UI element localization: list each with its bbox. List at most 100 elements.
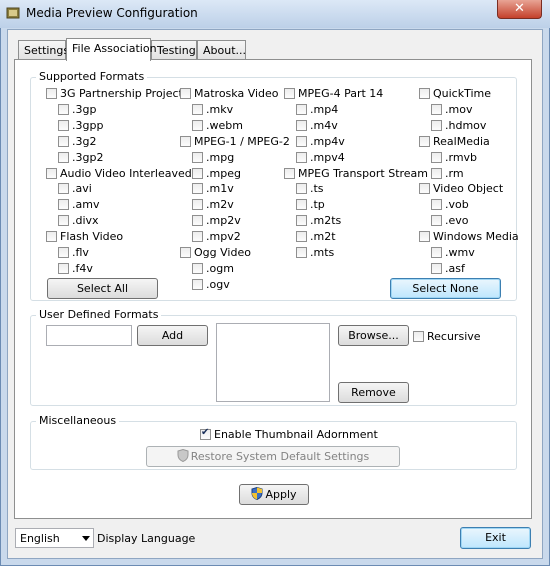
format-checkbox-mp4v[interactable]: .mp4v [296,134,345,148]
checkbox-label: .3gpp [72,118,104,132]
checkbox-label: RealMedia [433,134,490,148]
checkbox-label: .ogv [206,277,230,291]
format-checkbox-mkv[interactable]: .mkv [192,102,233,116]
format-checkbox-m2v[interactable]: .m2v [192,197,234,211]
checkbox-label: .mp4 [310,102,339,116]
tab-about[interactable]: About... [197,40,246,59]
format-group-checkbox-realmedia[interactable]: RealMedia [419,134,490,148]
checkbox-label: .ogm [206,261,234,275]
tab-testing[interactable]: Testing [151,40,197,59]
format-checkbox-avi[interactable]: .avi [58,181,92,195]
user-formats-list[interactable] [216,323,330,402]
format-group-checkbox-matroska-video[interactable]: Matroska Video [180,86,279,100]
format-checkbox-3g2[interactable]: .3g2 [58,134,96,148]
format-checkbox-3gpp[interactable]: .3gpp [58,118,103,132]
format-group-checkbox-3g-partnership-project[interactable]: 3G Partnership Project [46,86,183,100]
checkbox-box [192,278,203,290]
checkbox-box [431,119,442,131]
format-checkbox-tp[interactable]: .tp [296,197,325,211]
checkbox-box [431,262,442,274]
format-checkbox-hdmov[interactable]: .hdmov [431,118,486,132]
checkbox-box [58,151,69,163]
recursive-checkbox[interactable]: Recursive [413,329,481,343]
format-checkbox-asf[interactable]: .asf [431,261,465,275]
format-checkbox-mp2v[interactable]: .mp2v [192,213,241,227]
format-group-checkbox-mpeg-4-part-14[interactable]: MPEG-4 Part 14 [284,86,383,100]
format-checkbox-m2t[interactable]: .m2t [296,229,336,243]
supported-formats-title: Supported Formats [36,70,148,83]
checkbox-box [296,182,307,194]
tab-label: Testing [157,44,196,57]
checkbox-label: .mpg [206,150,235,164]
checkbox-box [192,230,203,242]
miscellaneous-title: Miscellaneous [36,414,120,427]
checkbox-box [296,214,307,226]
format-checkbox-evo[interactable]: .evo [431,213,469,227]
language-value: English [20,532,60,545]
remove-button[interactable]: Remove [338,382,409,403]
select-all-button[interactable]: Select All [47,278,158,299]
format-checkbox-3gp2[interactable]: .3gp2 [58,150,103,164]
format-group-checkbox-quicktime[interactable]: QuickTime [419,86,491,100]
checkbox-label: .flv [72,245,89,259]
checkbox-box [431,167,442,179]
format-checkbox-mp4[interactable]: .mp4 [296,102,338,116]
format-checkbox-m4v[interactable]: .m4v [296,118,338,132]
chevron-down-icon [82,536,90,541]
format-checkbox-wmv[interactable]: .wmv [431,245,475,259]
format-checkbox-mpv4[interactable]: .mpv4 [296,150,345,164]
checkbox-label: .rm [445,166,464,180]
format-group-checkbox-audio-video-interleaved[interactable]: Audio Video Interleaved [46,166,192,180]
checkbox-label: Ogg Video [194,245,251,259]
add-button[interactable]: Add [137,325,208,346]
format-checkbox-webm[interactable]: .webm [192,118,243,132]
checkbox-box [419,230,430,242]
format-checkbox-ogv[interactable]: .ogv [192,277,230,291]
format-checkbox-mts[interactable]: .mts [296,245,334,259]
format-checkbox-vob[interactable]: .vob [431,197,469,211]
checkbox-label: .evo [445,213,469,227]
tab-settings[interactable]: Settings [18,40,69,59]
checkbox-label: .3gp [72,102,97,116]
user-format-input[interactable] [46,325,132,346]
format-checkbox-mov[interactable]: .mov [431,102,472,116]
format-checkbox-mpg[interactable]: .mpg [192,150,234,164]
format-checkbox-mpeg[interactable]: .mpeg [192,166,241,180]
checkbox-box [192,198,203,210]
format-checkbox-3gp[interactable]: .3gp [58,102,96,116]
format-group-checkbox-windows-media[interactable]: Windows Media [419,229,519,243]
format-checkbox-rm[interactable]: .rm [431,166,464,180]
format-checkbox-m1v[interactable]: .m1v [192,181,234,195]
checkbox-box [46,230,57,242]
checkbox-label: .tp [310,197,325,211]
checkbox-label: .m2t [310,229,336,243]
format-group-checkbox-ogg-video[interactable]: Ogg Video [180,245,251,259]
format-checkbox-rmvb[interactable]: .rmvb [431,150,477,164]
apply-button[interactable]: Apply [239,484,309,505]
format-checkbox-ogm[interactable]: .ogm [192,261,234,275]
format-checkbox-f4v[interactable]: .f4v [58,261,93,275]
format-checkbox-amv[interactable]: .amv [58,197,99,211]
checkbox-box [296,135,307,147]
tab-file-association[interactable]: File Association [66,38,157,61]
format-group-checkbox-video-object[interactable]: Video Object [419,181,503,195]
select-none-button[interactable]: Select None [390,278,501,299]
format-checkbox-flv[interactable]: .flv [58,245,89,259]
thumbnail-adornment-checkbox[interactable]: Enable Thumbnail Adornment [200,427,378,441]
checkbox-label: .mts [310,245,335,259]
format-checkbox-divx[interactable]: .divx [58,213,99,227]
format-checkbox-mpv2[interactable]: .mpv2 [192,229,241,243]
checkbox-label: Video Object [433,181,504,195]
format-checkbox-m2ts[interactable]: .m2ts [296,213,341,227]
format-group-checkbox-mpeg-transport-stream[interactable]: MPEG Transport Stream [284,166,428,180]
close-button[interactable]: ✕ [497,0,542,19]
browse-button[interactable]: Browse... [338,325,409,346]
checkbox-box [180,87,191,99]
exit-button[interactable]: Exit [460,527,531,549]
language-select[interactable]: English [15,528,94,548]
checkbox-box [58,103,69,115]
format-group-checkbox-flash-video[interactable]: Flash Video [46,229,123,243]
format-group-checkbox-mpeg-1-mpeg-2[interactable]: MPEG-1 / MPEG-2 [180,134,290,148]
restore-defaults-button[interactable]: Restore System Default Settings [146,446,400,467]
format-checkbox-ts[interactable]: .ts [296,181,324,195]
